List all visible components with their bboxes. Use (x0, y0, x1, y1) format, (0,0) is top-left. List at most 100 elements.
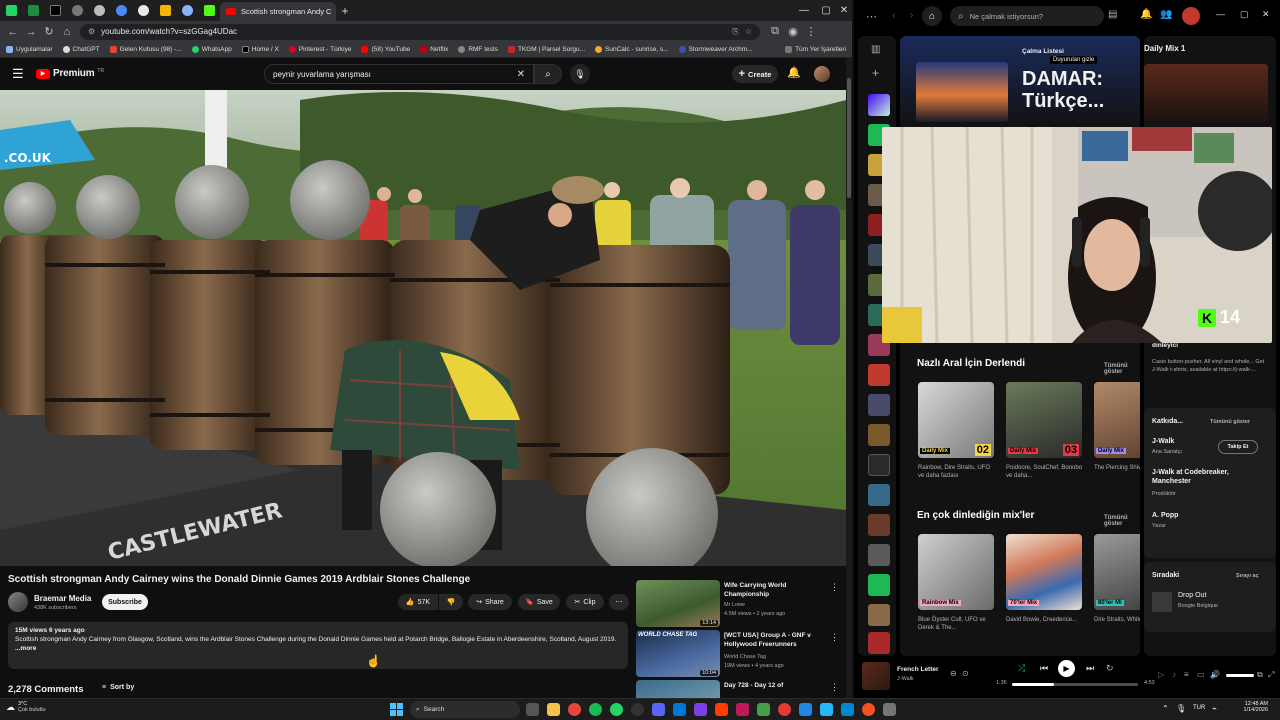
recommendation-item[interactable]: Day 728 - Day 12 of ⋮ (636, 680, 846, 698)
library-item[interactable] (868, 484, 890, 506)
mix-card-cover[interactable]: Daily Mix (1094, 382, 1140, 458)
credit-name[interactable]: J-Walk (1152, 438, 1174, 445)
spotify-back-icon[interactable]: ‹ (892, 10, 895, 21)
bookmark-x[interactable]: Home / X (241, 46, 279, 53)
library-item[interactable] (868, 394, 890, 416)
bookmark-pinterest[interactable]: Pinterest - Türkiye (288, 46, 351, 53)
clock[interactable]: 12:48 AM 1/14/2026 (1236, 701, 1268, 713)
app-icon[interactable] (757, 703, 770, 716)
tab-generic-3[interactable] (110, 0, 132, 21)
recommendation-title[interactable]: Day 728 - Day 12 of (724, 682, 832, 691)
profile-icon[interactable]: ◉ (784, 23, 802, 41)
install-icon[interactable]: ⎘ (732, 27, 738, 37)
mini-player-icon[interactable]: ⧉ (1257, 670, 1263, 680)
recommendation-channel[interactable]: World Chase Tag (724, 654, 766, 660)
section-title[interactable]: Nazlı Aral İçin Derlendi (917, 358, 1025, 369)
bookmark-gmail[interactable]: Gelen Kutusu (98) -... (109, 46, 182, 53)
menu-icon[interactable]: ⋮ (802, 23, 820, 41)
bookmark-chatgpt[interactable]: ChatGPT (62, 46, 100, 53)
lyrics-icon[interactable]: ♪ (1172, 670, 1176, 679)
page-scrollbar[interactable] (846, 58, 852, 698)
tab-generic-1[interactable] (66, 0, 88, 21)
tab-generic-2[interactable] (88, 0, 110, 21)
banner-title[interactable]: DAMAR: Türkçe... (1022, 68, 1132, 112)
channel-avatar[interactable] (8, 592, 28, 612)
app-icon[interactable] (673, 703, 686, 716)
queue-track-name[interactable]: Drop Out (1178, 592, 1206, 599)
bookmark-rmf[interactable]: RMF tests (458, 46, 498, 53)
search-button[interactable]: ⌕ (534, 64, 562, 84)
volume-icon[interactable]: 🔊 (1210, 670, 1220, 679)
site-info-icon[interactable]: ⚙ (88, 27, 95, 36)
app-icon[interactable] (778, 703, 791, 716)
fullscreen-icon[interactable]: ⤢ (1268, 670, 1274, 680)
app-icon[interactable] (652, 703, 665, 716)
network-icon[interactable]: ⌁ (1212, 704, 1217, 713)
voice-search-button[interactable]: 🎙 (570, 64, 590, 84)
follow-button[interactable]: Takip Et (1218, 440, 1258, 454)
tab-kick[interactable] (198, 0, 220, 21)
file-explorer-icon[interactable] (547, 703, 560, 716)
scrollbar-thumb[interactable] (847, 78, 851, 198)
library-icon[interactable]: ▥ (871, 44, 880, 55)
app-icon[interactable] (862, 703, 875, 716)
spotify-account-avatar[interactable] (1182, 7, 1200, 25)
recommendation-thumbnail[interactable] (636, 680, 720, 698)
featured-cover[interactable] (916, 62, 1008, 122)
spotify-menu-icon[interactable]: ⋯ (866, 10, 877, 23)
notifications-bell-icon[interactable]: 🔔 (787, 66, 801, 79)
spotify-close-button[interactable]: ✕ (1262, 9, 1270, 20)
app-icon[interactable] (883, 703, 896, 716)
more-vertical-icon[interactable]: ⋮ (830, 582, 839, 593)
now-playing-view-icon[interactable]: ▷ (1158, 670, 1164, 679)
library-item[interactable] (868, 454, 890, 476)
library-item[interactable] (868, 574, 890, 596)
mix-card-cover[interactable]: 80'ler Mi (1094, 534, 1140, 610)
friends-activity-icon[interactable]: 👥 (1160, 9, 1172, 20)
tab-sheets[interactable] (22, 0, 44, 21)
bookmark-tkgm[interactable]: TKGM | Parsel Sorgu... (507, 46, 585, 53)
library-item[interactable] (868, 514, 890, 536)
hamburger-menu-icon[interactable]: ☰ (12, 66, 24, 82)
video-player[interactable]: .CO.UK CASTLEWATER (0, 90, 846, 566)
hide-announcement[interactable]: Duyurulan gizle (1050, 56, 1098, 64)
tray-chevron-icon[interactable]: ⌃ (1162, 704, 1169, 713)
library-item[interactable] (868, 604, 890, 626)
omnibox[interactable]: ⚙ youtube.com/watch?v=szGGag4UDac ⎘ ☆ (80, 23, 760, 40)
queue-icon[interactable]: ≡ (1184, 670, 1189, 679)
player-track-name[interactable]: French Letter (897, 666, 939, 673)
section-title[interactable]: En çok dinlediğin mix'ler (917, 510, 1034, 521)
extensions-icon[interactable]: ⧉ (766, 23, 784, 41)
volume-slider[interactable] (1226, 674, 1254, 677)
dislike-button[interactable]: 👎 (439, 594, 463, 610)
search-box[interactable]: peynir yuvarlama yarışması ✕ (264, 64, 534, 84)
spotify-search-input[interactable]: Ne çalmak istiyorsun? (970, 12, 1043, 21)
library-item[interactable] (868, 424, 890, 446)
mix-card-cover[interactable]: Rainbow Mix (918, 534, 994, 610)
account-avatar[interactable] (814, 66, 830, 82)
shuffle-icon[interactable]: ⤮ (1018, 663, 1025, 674)
channel-name[interactable]: Braemar Media (34, 594, 91, 603)
previous-icon[interactable]: ⏮ (1040, 663, 1048, 674)
more-vertical-icon[interactable]: ⋮ (830, 682, 839, 693)
recommendation-item[interactable]: WORLD CHASE TAG 10:04 [WCT USA] Group A … (636, 630, 846, 678)
remove-icon[interactable]: ⊖ (950, 669, 957, 678)
show-all-link[interactable]: Tümünü göster (1104, 515, 1140, 527)
mix-card-cover[interactable]: Daily Mix 03 (1006, 382, 1082, 458)
obs-icon[interactable] (631, 703, 644, 716)
tab-generic-6[interactable] (176, 0, 198, 21)
now-playing-cover[interactable] (1144, 64, 1268, 124)
queue-track-cover[interactable] (1152, 592, 1172, 612)
youtube-logo[interactable]: ▶ Premium TR (36, 68, 104, 79)
reload-icon[interactable]: ↻ (40, 23, 58, 41)
bookmark-stormweaver[interactable]: Stormweaver Archm... (678, 46, 753, 53)
mix-card-cover[interactable]: Daily Mix 02 (918, 382, 994, 458)
spotify-forward-icon[interactable]: › (910, 10, 913, 21)
play-pause-button[interactable]: ▶ (1058, 660, 1075, 677)
task-view-icon[interactable] (526, 703, 539, 716)
more-actions-button[interactable]: ⋯ (609, 594, 629, 610)
url-text[interactable]: youtube.com/watch?v=szGGag4UDac (101, 27, 237, 36)
bookmark-star-icon[interactable]: ☆ (745, 27, 752, 36)
weather-widget[interactable]: ☁ 3°C Çok bulutlu (6, 701, 46, 713)
player-artist[interactable]: J-Walk (897, 676, 914, 682)
